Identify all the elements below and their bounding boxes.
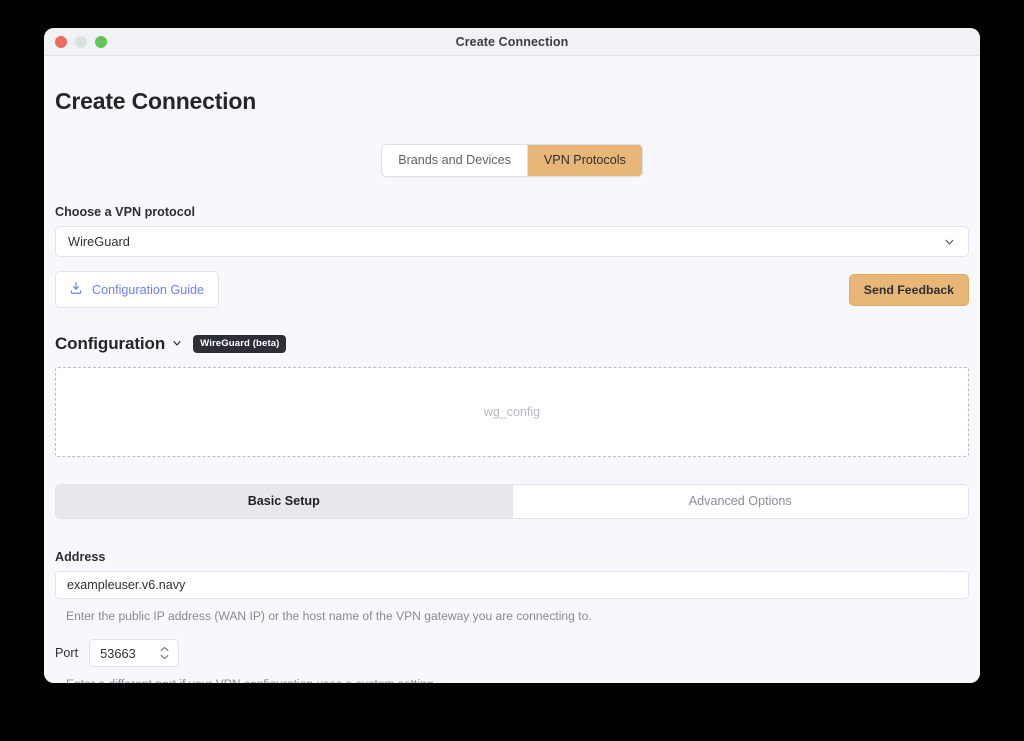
address-input[interactable] [55, 571, 969, 599]
create-connection-window: Create Connection Create Connection Bran… [44, 28, 980, 683]
protocol-select-value: WireGuard [68, 234, 130, 249]
window-title: Create Connection [455, 34, 569, 49]
tab-advanced-options[interactable]: Advanced Options [511, 485, 968, 518]
zoom-button[interactable] [95, 35, 107, 48]
protocol-select[interactable]: WireGuard [55, 226, 969, 257]
stepper-arrows-icon[interactable] [160, 646, 169, 660]
window-controls [55, 35, 107, 48]
close-button[interactable] [55, 35, 67, 48]
top-tabs: Brands and Devices VPN Protocols [381, 144, 643, 177]
configuration-guide-button[interactable]: Configuration Guide [55, 271, 220, 308]
port-value: 53663 [100, 645, 136, 661]
configuration-guide-label: Configuration Guide [92, 282, 205, 297]
setup-tabs: Basic Setup Advanced Options [55, 484, 969, 519]
status-badge: WireGuard (beta) [193, 335, 287, 353]
port-label: Port [55, 646, 79, 660]
configuration-title: Configuration [55, 334, 166, 353]
chevron-down-icon [943, 235, 956, 248]
address-label: Address [55, 550, 106, 564]
window-content: Create Connection Brands and Devices VPN… [44, 56, 980, 683]
protocol-section: Choose a VPN protocol WireGuard [55, 205, 969, 257]
port-section: Port 53663 [55, 639, 969, 667]
tab-vpn-protocols[interactable]: VPN Protocols [526, 145, 642, 176]
page-title: Create Connection [55, 88, 257, 114]
window-titlebar: Create Connection [44, 28, 980, 56]
download-icon [69, 281, 83, 298]
send-feedback-button[interactable]: Send Feedback [848, 273, 969, 306]
address-section: Address Enter the public IP address (WAN… [55, 550, 969, 623]
dropzone-placeholder: wg_config [483, 405, 541, 419]
address-helper-text: Enter the public IP address (WAN IP) or … [66, 609, 592, 623]
tab-basic-setup[interactable]: Basic Setup [56, 485, 512, 518]
port-helper-text: Enter a different port if your VPN confi… [66, 677, 969, 683]
port-stepper[interactable]: 53663 [89, 639, 180, 667]
configuration-header: Configuration WireGuard (beta) [55, 334, 969, 354]
top-tabs-wrapper: Brands and Devices VPN Protocols [55, 144, 969, 177]
desktop-background: Create Connection Create Connection Bran… [0, 0, 1024, 741]
protocol-label: Choose a VPN protocol [55, 205, 195, 219]
configuration-disclosure[interactable]: Configuration [55, 334, 183, 354]
chevron-down-icon [171, 334, 183, 354]
actions-row: Configuration Guide Send Feedback [55, 271, 969, 308]
tab-brands-and-devices[interactable]: Brands and Devices [382, 145, 527, 176]
minimize-button[interactable] [75, 35, 87, 48]
config-file-dropzone[interactable]: wg_config [55, 367, 969, 457]
